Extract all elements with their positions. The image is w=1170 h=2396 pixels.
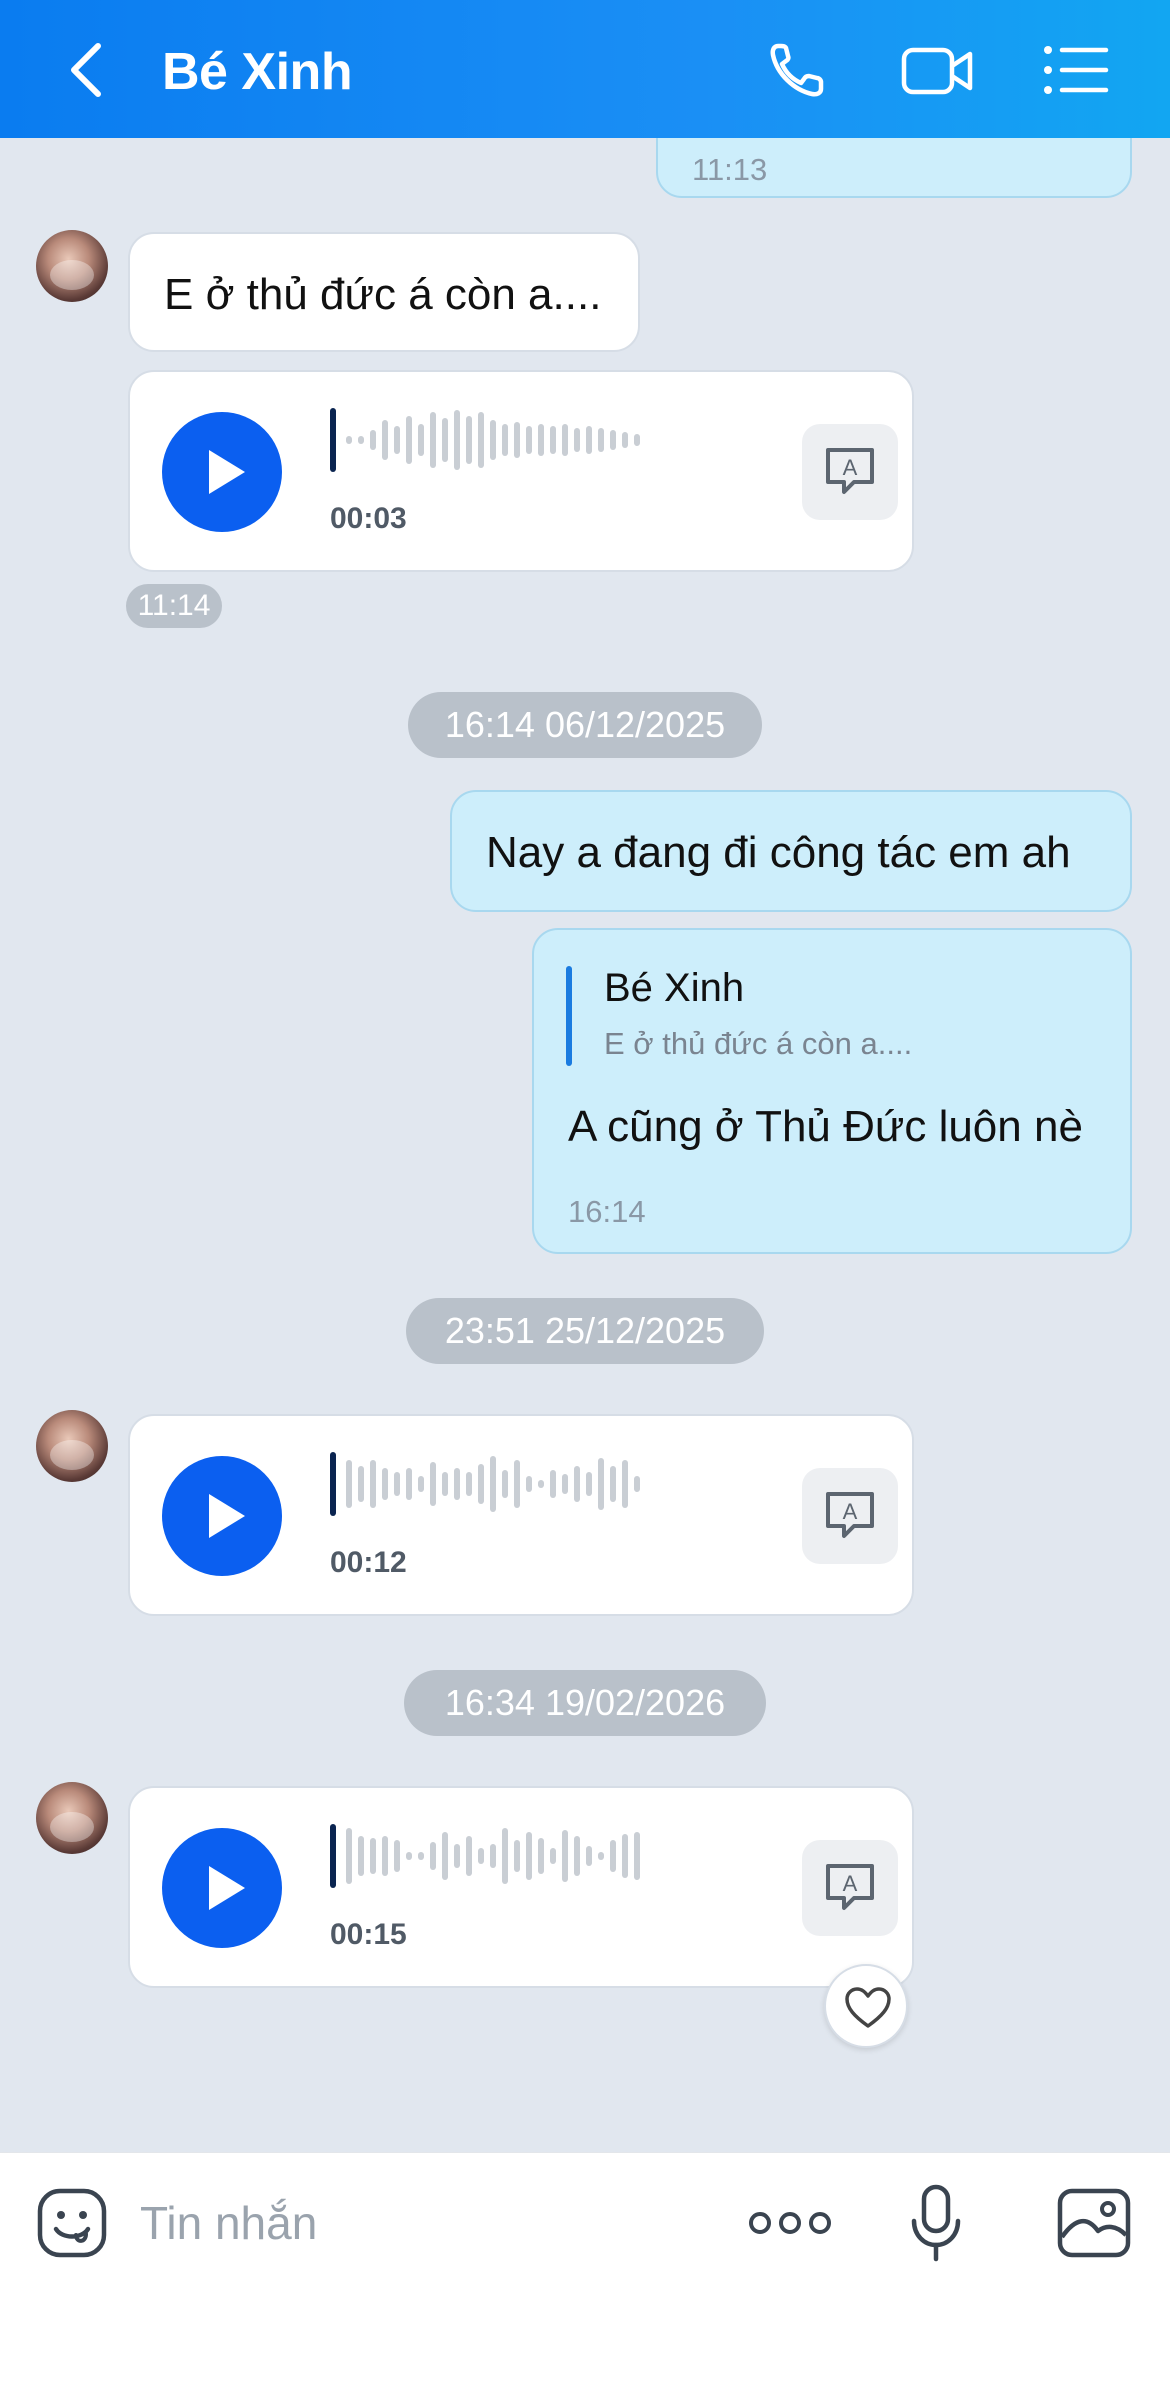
- back-icon[interactable]: [60, 40, 116, 100]
- chat-area[interactable]: 11:13 E ở thủ đức á còn a.... 00:03 A 11…: [0, 98, 1170, 2152]
- microphone-icon[interactable]: [910, 2183, 962, 2263]
- voice-message[interactable]: 00:15 A: [128, 1786, 914, 1988]
- waveform: [330, 1824, 640, 1888]
- play-icon[interactable]: [162, 1828, 282, 1948]
- sticker-emoji-icon[interactable]: [36, 2187, 108, 2259]
- voice-message[interactable]: 00:03 A: [128, 370, 914, 572]
- transcribe-icon[interactable]: A: [802, 1840, 898, 1936]
- date-divider: 16:34 19/02/2026: [404, 1670, 766, 1736]
- waveform: [330, 1452, 640, 1516]
- more-options-icon[interactable]: [748, 2203, 832, 2243]
- contact-avatar[interactable]: [36, 230, 108, 302]
- svg-text:A: A: [843, 455, 858, 480]
- svg-text:A: A: [843, 1871, 858, 1896]
- message-input[interactable]: [140, 2187, 700, 2259]
- quote-bar: [566, 966, 572, 1066]
- image-gallery-icon[interactable]: [1056, 2187, 1132, 2259]
- incoming-message[interactable]: E ở thủ đức á còn a....: [128, 232, 640, 352]
- quoted-sender: Bé Xinh: [604, 966, 745, 1010]
- message-text: A cũng ở Thủ Đức luôn nè: [568, 1102, 1083, 1151]
- outgoing-message[interactable]: Nay a đang đi công tác em ah: [450, 790, 1132, 912]
- date-divider: 23:51 25/12/2025: [406, 1298, 764, 1364]
- video-call-icon[interactable]: [900, 38, 973, 102]
- voice-message[interactable]: 00:12 A: [128, 1414, 914, 1616]
- quoted-text: E ở thủ đức á còn a....: [604, 1026, 913, 1061]
- message-time-badge: 11:14: [126, 584, 222, 628]
- contact-name[interactable]: Bé Xinh: [162, 42, 353, 102]
- menu-list-icon[interactable]: [1040, 38, 1112, 102]
- play-icon[interactable]: [162, 412, 282, 532]
- heart-icon[interactable]: [824, 1964, 908, 2048]
- play-icon[interactable]: [162, 1456, 282, 1576]
- chat-header: Bé Xinh: [0, 0, 1170, 138]
- message-time: 16:14: [568, 1194, 646, 1229]
- composer-bar: [0, 2152, 1170, 2396]
- date-divider: 16:14 06/12/2025: [408, 692, 762, 758]
- svg-text:A: A: [843, 1499, 858, 1524]
- outgoing-reply-message[interactable]: Bé Xinh E ở thủ đức á còn a.... A cũng ở…: [532, 928, 1132, 1254]
- message-text: Nay a đang đi công tác em ah: [486, 828, 1071, 877]
- message-time: 11:13: [692, 152, 768, 187]
- voice-duration: 00:15: [330, 1918, 407, 1951]
- phone-icon[interactable]: [764, 38, 836, 102]
- contact-avatar[interactable]: [36, 1782, 108, 1854]
- transcribe-icon[interactable]: A: [802, 1468, 898, 1564]
- message-text: E ở thủ đức á còn a....: [164, 270, 602, 319]
- voice-duration: 00:03: [330, 502, 407, 535]
- voice-duration: 00:12: [330, 1546, 407, 1579]
- transcribe-icon[interactable]: A: [802, 424, 898, 520]
- contact-avatar[interactable]: [36, 1410, 108, 1482]
- waveform: [330, 408, 640, 472]
